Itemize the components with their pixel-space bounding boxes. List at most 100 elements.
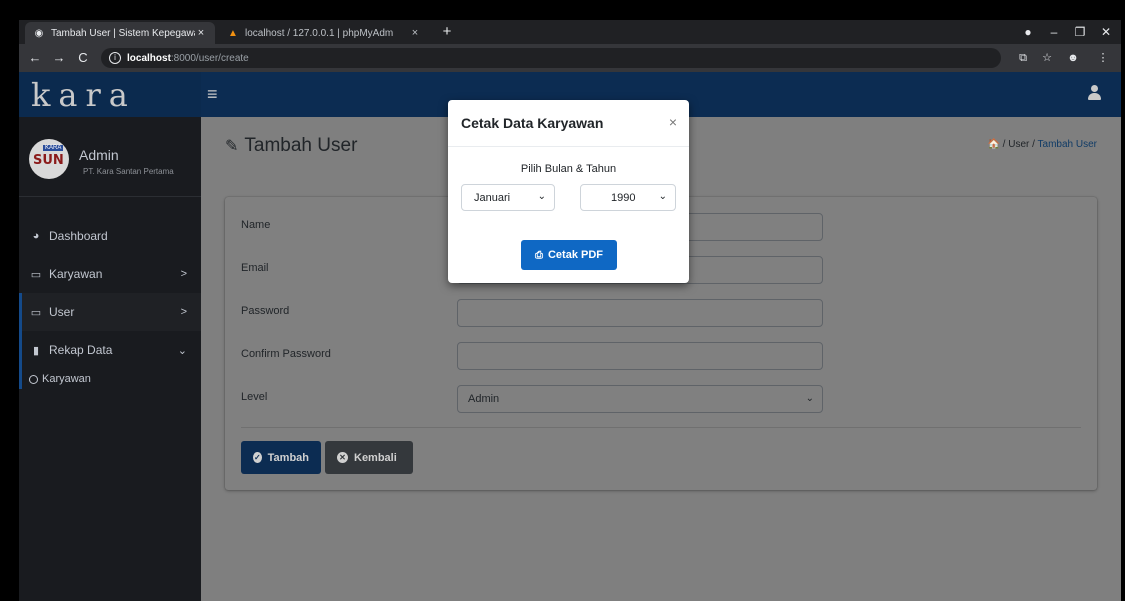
new-tab-button[interactable]: + bbox=[437, 22, 457, 42]
dashboard-icon: ◕ bbox=[32, 230, 40, 242]
sidebar-subitem-label: Karyawan bbox=[42, 373, 91, 385]
address-host: localhost bbox=[127, 52, 171, 64]
sidebar-profile: KARA SUN Admin PT. Kara Santan Pertama bbox=[19, 117, 201, 197]
sidebar: KARA SUN Admin PT. Kara Santan Pertama ◕… bbox=[19, 117, 201, 601]
confirm-password-field[interactable] bbox=[457, 342, 823, 370]
profile-name[interactable]: Admin bbox=[79, 147, 119, 163]
sidebar-item-label: Karyawan bbox=[49, 267, 103, 281]
brand-text: kara bbox=[31, 75, 136, 114]
address-path: :8000/user/create bbox=[170, 52, 249, 64]
kembali-label: Kembali bbox=[354, 451, 397, 464]
minimize-icon[interactable]: – bbox=[1041, 20, 1067, 44]
profile-company: PT. Kara Santan Pertama bbox=[83, 167, 174, 176]
print-modal: Cetak Data Karyawan × Pilih Bulan & Tahu… bbox=[448, 100, 689, 283]
browser-toolbar: ← → C i localhost :8000/user/create ⧉ ☆ … bbox=[19, 44, 1121, 72]
tab-title: localhost / 127.0.0.1 | phpMyAdm bbox=[245, 27, 394, 39]
level-select[interactable]: Admin ⌄ bbox=[457, 385, 823, 413]
level-value: Admin bbox=[468, 393, 500, 405]
home-icon[interactable]: 🏠 bbox=[987, 139, 999, 150]
breadcrumb-user[interactable]: User bbox=[1008, 139, 1029, 150]
breadcrumb-separator: / bbox=[1032, 139, 1035, 150]
modal-header: Cetak Data Karyawan × bbox=[448, 100, 689, 147]
check-circle-icon: ✓ bbox=[253, 452, 262, 463]
menu-icon[interactable]: ⋮ bbox=[1093, 48, 1113, 68]
tab-close-icon[interactable]: × bbox=[409, 27, 421, 39]
chevron-right-icon: > bbox=[180, 268, 187, 280]
info-icon[interactable]: i bbox=[109, 52, 121, 64]
profile-icon[interactable]: ☻ bbox=[1063, 48, 1083, 68]
window-close-icon[interactable]: ✕ bbox=[1093, 20, 1119, 44]
modal-subtitle: Pilih Bulan & Tahun bbox=[520, 163, 617, 175]
sidebar-item-karyawan[interactable]: ▭ Karyawan > bbox=[19, 255, 201, 293]
form-row-level: Level Admin ⌄ bbox=[241, 385, 1081, 413]
star-icon[interactable]: ☆ bbox=[1037, 48, 1057, 68]
tab-title: Tambah User | Sistem Kepegawai bbox=[51, 27, 195, 39]
month-select[interactable]: Januari ⌄ bbox=[461, 184, 555, 211]
avatar: KARA SUN bbox=[29, 139, 69, 179]
month-value: Januari bbox=[474, 191, 511, 204]
tab-close-icon[interactable]: × bbox=[195, 27, 207, 39]
chrome-profile-dot-icon[interactable]: ● bbox=[1015, 20, 1041, 44]
screenshot-frame: ◉ Tambah User | Sistem Kepegawai × ▲ loc… bbox=[0, 0, 1125, 601]
times-circle-icon: ✕ bbox=[337, 452, 348, 463]
maximize-icon[interactable]: ❐ bbox=[1067, 20, 1093, 44]
form-divider bbox=[241, 427, 1081, 428]
sidebar-menu: ◕ Dashboard ▭ Karyawan > ▭ User > ▮ Reka… bbox=[19, 217, 201, 389]
email-label: Email bbox=[241, 262, 269, 274]
password-label: Password bbox=[241, 305, 290, 317]
circle-icon bbox=[29, 374, 38, 384]
translate-icon[interactable]: ⧉ bbox=[1013, 48, 1033, 68]
chevron-right-icon: > bbox=[180, 306, 187, 318]
address-bar[interactable]: i localhost :8000/user/create bbox=[101, 48, 1001, 68]
breadcrumb-current: Tambah User bbox=[1037, 139, 1097, 150]
tambah-button[interactable]: ✓ Tambah bbox=[241, 441, 321, 474]
back-icon[interactable]: ← bbox=[25, 48, 45, 68]
chevron-down-icon: ⌄ bbox=[177, 344, 187, 357]
print-icon: ⎙ bbox=[534, 249, 543, 261]
edit-icon: ✎ bbox=[225, 138, 239, 155]
year-select[interactable]: 1990 ⌄ bbox=[580, 184, 676, 211]
brand-logo[interactable]: kara bbox=[19, 72, 201, 117]
cetak-pdf-label: Cetak PDF bbox=[547, 249, 604, 261]
browser-tab-active[interactable]: ◉ Tambah User | Sistem Kepegawai × bbox=[25, 22, 215, 44]
sidebar-item-dashboard[interactable]: ◕ Dashboard bbox=[19, 217, 201, 255]
cetak-pdf-button[interactable]: ⎙ Cetak PDF bbox=[521, 240, 617, 270]
browser-tab-strip: ◉ Tambah User | Sistem Kepegawai × ▲ loc… bbox=[19, 20, 1121, 44]
tambah-label: Tambah bbox=[267, 451, 309, 464]
confirm-password-label: Confirm Password bbox=[241, 348, 331, 360]
avatar-tag: KARA bbox=[43, 145, 64, 151]
forward-icon[interactable]: → bbox=[49, 48, 69, 68]
file-icon: ▮ bbox=[32, 344, 40, 357]
laptop-icon: ▭ bbox=[30, 306, 42, 319]
reload-icon[interactable]: C bbox=[73, 48, 93, 68]
sidebar-item-label: Rekap Data bbox=[49, 343, 113, 357]
hamburger-menu-icon[interactable]: ≡ bbox=[207, 84, 218, 105]
form-row-password: Password bbox=[241, 299, 1081, 327]
breadcrumb: 🏠 / User / Tambah User bbox=[987, 139, 1097, 150]
chevron-down-icon: ⌄ bbox=[658, 191, 667, 202]
sidebar-subitem-karyawan[interactable]: Karyawan bbox=[19, 369, 201, 389]
sidebar-item-label: User bbox=[49, 305, 75, 319]
modal-title: Cetak Data Karyawan bbox=[461, 115, 604, 131]
user-icon[interactable] bbox=[1087, 85, 1101, 101]
browser-tab-phpmyadmin[interactable]: ▲ localhost / 127.0.0.1 | phpMyAdm × bbox=[219, 22, 429, 44]
chrome-globe-icon: ◉ bbox=[34, 27, 44, 39]
modal-close-icon[interactable]: × bbox=[669, 114, 677, 130]
sidebar-item-user[interactable]: ▭ User > bbox=[19, 293, 201, 331]
page-title: ✎ Tambah User bbox=[225, 135, 357, 157]
avatar-text: SUN bbox=[33, 153, 64, 168]
phpmyadmin-icon: ▲ bbox=[228, 27, 238, 39]
breadcrumb-separator: / bbox=[1002, 139, 1006, 150]
sidebar-item-label: Dashboard bbox=[49, 229, 108, 243]
chevron-down-icon: ⌄ bbox=[537, 191, 546, 202]
password-field[interactable] bbox=[457, 299, 823, 327]
page-title-text: Tambah User bbox=[244, 135, 358, 156]
chevron-down-icon: ⌄ bbox=[805, 393, 814, 404]
form-row-confirm-password: Confirm Password bbox=[241, 342, 1081, 370]
sidebar-item-rekap-data[interactable]: ▮ Rekap Data ⌄ bbox=[19, 331, 201, 369]
name-label: Name bbox=[241, 219, 271, 231]
level-label: Level bbox=[241, 391, 268, 403]
year-value: 1990 bbox=[611, 191, 636, 204]
kembali-button[interactable]: ✕ Kembali bbox=[325, 441, 413, 474]
laptop-icon: ▭ bbox=[30, 268, 42, 281]
